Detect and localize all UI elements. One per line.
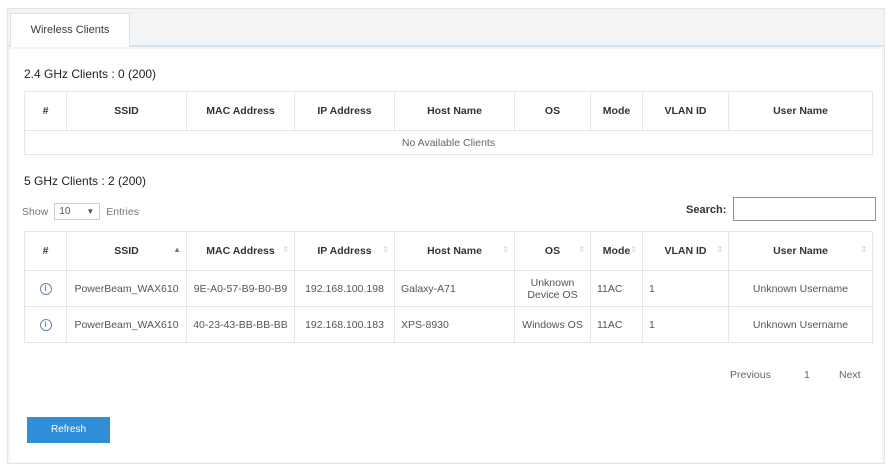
cell-ssid: PowerBeam_WAX610 (66, 306, 187, 343)
column-header-host[interactable]: Host Name ⇕ (394, 231, 515, 271)
tab-wireless-clients[interactable]: Wireless Clients (10, 13, 130, 47)
tab-bar: Wireless Clients (8, 9, 884, 47)
column-header-ip[interactable]: IP Address ⇕ (294, 231, 395, 271)
clients-panel: 2.4 GHz Clients : 0 (200) # SSID MAC Add… (10, 49, 882, 462)
column-header-os[interactable]: OS ⇕ (514, 231, 591, 271)
sort-arrows-icon: ⇕ (382, 245, 389, 254)
column-header-mode: Mode (590, 91, 643, 131)
column-header-vlan: VLAN ID (642, 91, 729, 131)
sort-arrows-icon: ⇕ (578, 245, 585, 254)
column-header-mode[interactable]: Mode ⇕ (590, 231, 643, 271)
column-header-user[interactable]: User Name ⇕ (728, 231, 873, 271)
cell-ssid: PowerBeam_WAX610 (66, 270, 187, 307)
column-header-host: Host Name (394, 91, 515, 131)
pagination-next[interactable]: Next (839, 369, 861, 381)
entries-control: Show 10 ▼ Entries (22, 203, 139, 220)
sort-arrows-icon: ⇕ (282, 245, 289, 254)
table-row: i PowerBeam_WAX610 9E-A0-57-B9-B0-B9 192… (24, 270, 873, 307)
sort-arrows-icon: ⇕ (502, 245, 509, 254)
row-info-cell: i (24, 270, 67, 307)
empty-clients-message: No Available Clients (24, 130, 873, 155)
sort-arrows-icon: ⇕ (630, 245, 637, 254)
cell-os: Unknown Device OS (514, 270, 591, 307)
column-header-ip: IP Address (294, 91, 395, 131)
sort-ascending-icon: ▲ (173, 245, 181, 254)
cell-mac: 9E-A0-57-B9-B0-B9 (186, 270, 295, 307)
column-header-ssid[interactable]: SSID ▲ (66, 231, 187, 271)
cell-mode: 11AC (590, 270, 643, 307)
table-header-row: # SSID MAC Address IP Address Host Name … (24, 91, 873, 131)
column-header-index[interactable]: # (24, 231, 67, 271)
column-header-index: # (24, 91, 67, 131)
sort-arrows-icon: ⇕ (860, 245, 867, 254)
cell-vlan: 1 (642, 306, 729, 343)
search-input[interactable] (733, 197, 876, 221)
entries-select[interactable]: 10 ▼ (54, 203, 101, 220)
wireless-clients-page: Wireless Clients 2.4 GHz Clients : 0 (20… (7, 8, 885, 464)
refresh-button[interactable]: Refresh (27, 417, 110, 443)
cell-mode: 11AC (590, 306, 643, 343)
column-header-mac: MAC Address (186, 91, 295, 131)
column-header-mac[interactable]: MAC Address ⇕ (186, 231, 295, 271)
cell-host: Galaxy-A71 (394, 270, 515, 307)
cell-vlan: 1 (642, 270, 729, 307)
cell-user: Unknown Username (728, 270, 873, 307)
clients-24ghz-title: 2.4 GHz Clients : 0 (200) (24, 67, 157, 81)
info-circle-icon[interactable]: i (39, 319, 52, 331)
chevron-down-icon: ▼ (86, 207, 95, 216)
pagination-page-1[interactable]: 1 (804, 369, 810, 381)
clients-5ghz-table: # SSID ▲ MAC Address ⇕ IP Address ⇕ Host Na… (24, 231, 873, 343)
clients-24ghz-table: # SSID MAC Address IP Address Host Name … (24, 91, 873, 155)
cell-host: XPS-8930 (394, 306, 515, 343)
show-label: Show (22, 205, 49, 218)
cell-os: Windows OS (514, 306, 591, 343)
pagination-previous[interactable]: Previous (730, 369, 771, 381)
column-header-os: OS (514, 91, 591, 131)
search-label: Search: (686, 204, 727, 216)
column-header-ssid: SSID (66, 91, 187, 131)
cell-mac: 40-23-43-BB-BB-BB (186, 306, 295, 343)
table-header-row: # SSID ▲ MAC Address ⇕ IP Address ⇕ Host Na… (24, 231, 873, 271)
table-row: i PowerBeam_WAX610 40-23-43-BB-BB-BB 192… (24, 306, 873, 343)
column-header-user: User Name (728, 91, 873, 131)
column-header-vlan[interactable]: VLAN ID ⇕ (642, 231, 729, 271)
entries-label: Entries (106, 205, 139, 218)
sort-arrows-icon: ⇕ (716, 245, 723, 254)
table-row: No Available Clients (24, 130, 873, 155)
cell-ip: 192.168.100.183 (294, 306, 395, 343)
cell-ip: 192.168.100.198 (294, 270, 395, 307)
entries-select-value: 10 (59, 206, 71, 217)
clients-5ghz-title: 5 GHz Clients : 2 (200) (24, 174, 147, 188)
cell-user: Unknown Username (728, 306, 873, 343)
info-circle-icon[interactable]: i (39, 283, 52, 295)
row-info-cell: i (24, 306, 67, 343)
